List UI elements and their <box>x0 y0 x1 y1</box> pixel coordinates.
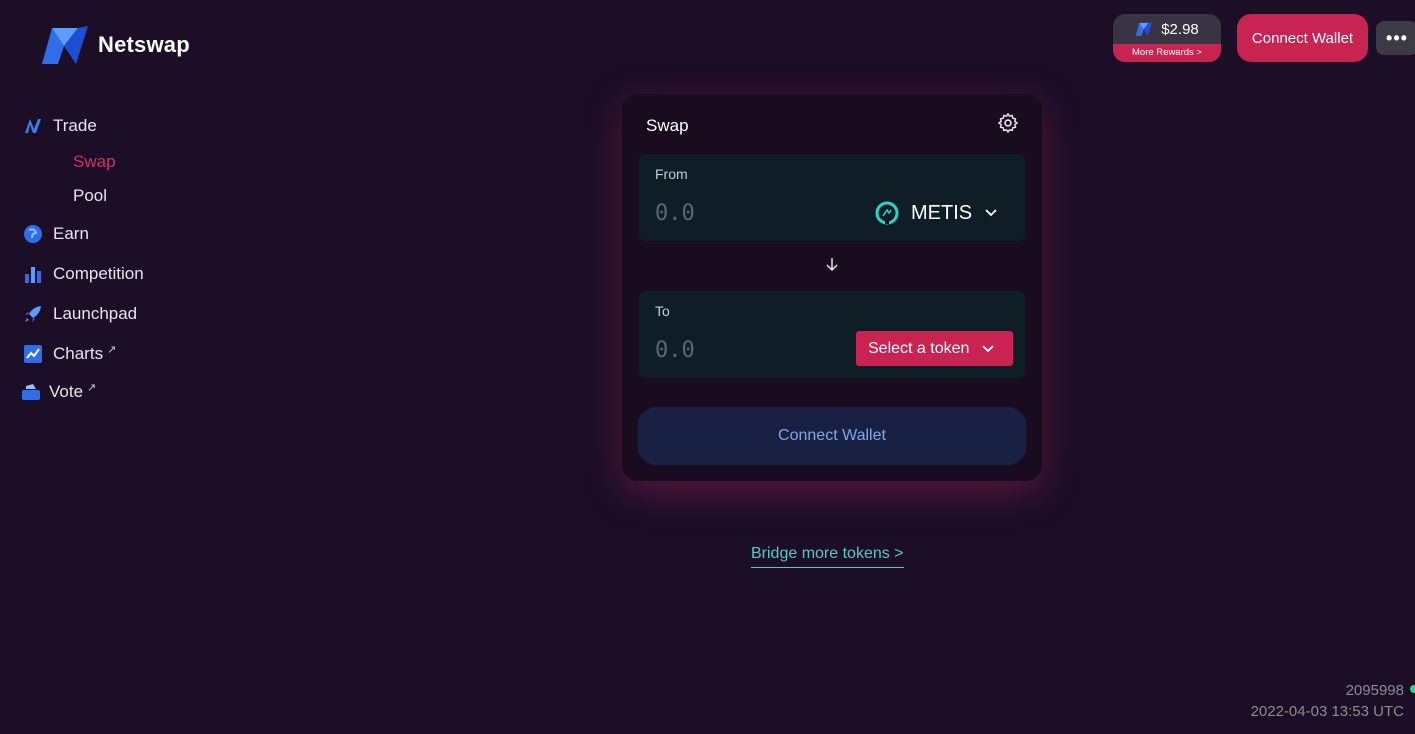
from-token-symbol: METIS <box>911 201 973 224</box>
price-row: $2.98 <box>1113 14 1221 44</box>
to-label: To <box>655 303 670 319</box>
token-price-chip[interactable]: $2.98 More Rewards > <box>1113 14 1221 62</box>
connect-wallet-button[interactable]: Connect Wallet <box>638 407 1026 465</box>
sidebar-item-earn[interactable]: Earn <box>23 224 89 244</box>
sidebar-item-trade[interactable]: Trade <box>23 116 97 136</box>
sidebar-item-label: Launchpad <box>53 304 138 323</box>
app-name: Netswap <box>98 32 190 57</box>
more-options-button[interactable]: ••• <box>1376 21 1415 55</box>
select-token-button[interactable]: Select a token <box>856 331 1013 366</box>
rocket-icon <box>23 304 43 324</box>
network-status-dot <box>1410 685 1415 693</box>
connect-wallet-header-button[interactable]: Connect Wallet <box>1237 14 1368 62</box>
metis-token-icon <box>875 201 899 225</box>
from-panel: From METIS <box>639 154 1025 241</box>
external-link-icon: ↗ <box>87 381 97 394</box>
more-icon: ••• <box>1386 27 1408 48</box>
block-number[interactable]: 2095998 <box>1346 682 1404 699</box>
arrow-down-icon[interactable] <box>825 256 839 272</box>
swap-card: Swap From METIS <box>622 94 1042 481</box>
to-panel: To Select a token <box>639 291 1025 378</box>
app-logo[interactable]: Netswap <box>40 24 190 66</box>
trade-icon <box>23 116 43 136</box>
chart-icon <box>23 344 43 364</box>
sidebar-item-competition[interactable]: Competition <box>23 264 144 284</box>
external-link-icon: ↗ <box>107 343 117 356</box>
page: Netswap Trade Swap Pool Earn Competition <box>0 0 1415 734</box>
swap-title: Swap <box>646 116 689 135</box>
sidebar-item-vote[interactable]: Vote ↗ <box>21 382 96 402</box>
sidebar-item-charts[interactable]: Charts ↗ <box>23 344 116 364</box>
from-label: From <box>655 166 688 182</box>
sidebar-item-launchpad[interactable]: Launchpad <box>23 304 137 324</box>
sidebar-item-label: Competition <box>53 264 144 283</box>
bridge-tokens-link[interactable]: Bridge more tokens > <box>751 545 904 568</box>
ballot-box-icon <box>21 382 41 402</box>
from-amount-input[interactable] <box>655 198 835 228</box>
netswap-logo-icon <box>1135 22 1153 36</box>
token-price: $2.98 <box>1161 20 1199 38</box>
chevron-down-icon <box>982 344 995 352</box>
sidebar-item-label: Earn <box>53 224 89 243</box>
sidebar-item-label: Vote <box>49 382 84 401</box>
sidebar-item-label: Charts <box>53 344 104 363</box>
earn-icon <box>23 224 43 244</box>
competition-icon <box>23 264 43 284</box>
chevron-down-icon <box>985 209 997 217</box>
block-timestamp: 2022-04-03 13:53 UTC <box>1250 703 1404 720</box>
sidebar-item-pool[interactable]: Pool <box>73 186 107 206</box>
to-amount-input[interactable] <box>655 335 835 365</box>
settings-gear-icon[interactable] <box>997 112 1019 134</box>
more-rewards-link[interactable]: More Rewards > <box>1113 44 1221 62</box>
sidebar-item-swap[interactable]: Swap <box>73 152 116 172</box>
netswap-logo-icon <box>42 26 88 64</box>
sidebar-item-label: Trade <box>53 116 97 135</box>
select-token-label: Select a token <box>868 339 970 357</box>
from-token-selector[interactable]: METIS <box>875 198 998 228</box>
